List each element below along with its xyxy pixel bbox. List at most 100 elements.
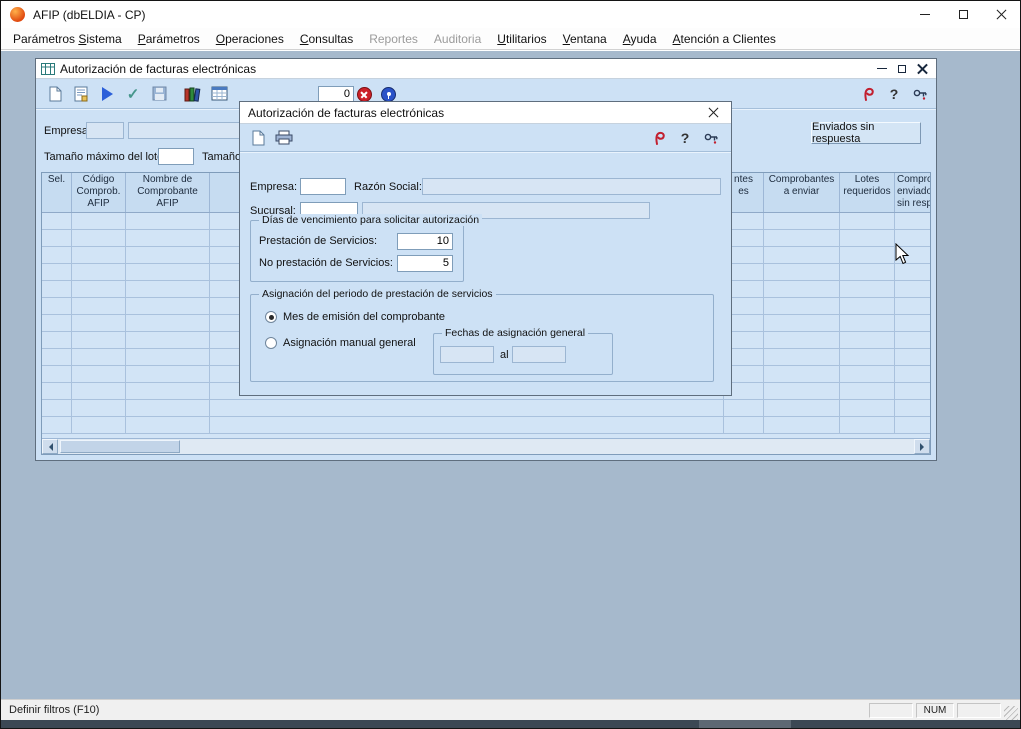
table-cell[interactable] [840, 298, 895, 314]
horizontal-scrollbar[interactable] [42, 438, 930, 454]
menu-item[interactable]: Parámetros Sistema [5, 30, 130, 48]
dialog-help-button[interactable]: ? [673, 126, 697, 150]
table-cell[interactable] [42, 366, 72, 382]
table-cell[interactable] [42, 247, 72, 263]
table-cell[interactable] [42, 298, 72, 314]
table-cell[interactable] [895, 366, 930, 382]
table-cell[interactable] [895, 332, 930, 348]
table-cell[interactable] [840, 315, 895, 331]
table-cell[interactable] [724, 417, 764, 433]
table-cell[interactable] [126, 298, 210, 314]
table-cell[interactable] [895, 400, 930, 416]
menu-item[interactable]: Utilitarios [489, 30, 554, 48]
table-cell[interactable] [764, 417, 840, 433]
save-button[interactable] [147, 82, 171, 106]
dialog-empresa-field[interactable] [300, 178, 346, 195]
table-cell[interactable] [764, 366, 840, 382]
table-row[interactable] [42, 417, 930, 434]
table-cell[interactable] [764, 400, 840, 416]
table-cell[interactable] [126, 332, 210, 348]
table-cell[interactable] [72, 230, 126, 246]
no-prestacion-field[interactable]: 5 [397, 255, 453, 272]
resize-grip[interactable] [1004, 706, 1018, 720]
table-cell[interactable] [42, 264, 72, 280]
dialog-new-button[interactable] [246, 126, 270, 150]
column-header[interactable]: Nombre deComprobanteAFIP [126, 173, 210, 212]
table-cell[interactable] [895, 315, 930, 331]
table-cell[interactable] [126, 281, 210, 297]
table-cell[interactable] [72, 383, 126, 399]
catalog-button[interactable] [181, 82, 205, 106]
dialog-close-button[interactable] [703, 104, 723, 122]
table-cell[interactable] [895, 383, 930, 399]
keys-button[interactable] [908, 82, 932, 106]
table-cell[interactable] [764, 247, 840, 263]
table-cell[interactable] [126, 247, 210, 263]
menu-item[interactable]: Parámetros [130, 30, 208, 48]
table-cell[interactable] [840, 417, 895, 433]
table-cell[interactable] [126, 400, 210, 416]
table-cell[interactable] [210, 417, 724, 433]
table-cell[interactable] [42, 315, 72, 331]
table-cell[interactable] [840, 349, 895, 365]
table-cell[interactable] [764, 213, 840, 229]
maximize-button[interactable] [944, 1, 982, 28]
table-cell[interactable] [724, 400, 764, 416]
table-cell[interactable] [72, 298, 126, 314]
table-cell[interactable] [840, 400, 895, 416]
table-cell[interactable] [764, 281, 840, 297]
menu-item[interactable]: Consultas [292, 30, 361, 48]
grid-button[interactable] [207, 82, 231, 106]
enviados-sin-respuesta-button[interactable]: Enviados sin respuesta [811, 122, 921, 144]
table-cell[interactable] [42, 230, 72, 246]
radio-mes-emision[interactable]: Mes de emisión del comprobante [265, 311, 445, 323]
table-cell[interactable] [42, 383, 72, 399]
menu-item[interactable]: Ventana [555, 30, 615, 48]
table-cell[interactable] [42, 332, 72, 348]
table-cell[interactable] [764, 349, 840, 365]
table-cell[interactable] [126, 264, 210, 280]
table-cell[interactable] [764, 383, 840, 399]
table-row[interactable] [42, 400, 930, 417]
table-cell[interactable] [895, 281, 930, 297]
new-button[interactable] [43, 82, 67, 106]
close-button[interactable] [982, 1, 1020, 28]
table-cell[interactable] [72, 281, 126, 297]
table-cell[interactable] [764, 315, 840, 331]
column-header[interactable]: Comprobantesa enviar [764, 173, 840, 212]
table-cell[interactable] [72, 213, 126, 229]
scroll-right-button[interactable] [914, 439, 930, 454]
help-button[interactable]: ? [882, 82, 906, 106]
table-cell[interactable] [72, 366, 126, 382]
table-cell[interactable] [42, 281, 72, 297]
table-cell[interactable] [126, 349, 210, 365]
table-cell[interactable] [42, 213, 72, 229]
confirm-button[interactable]: ✓ [121, 82, 145, 106]
table-cell[interactable] [895, 349, 930, 365]
menu-item[interactable]: Ayuda [615, 30, 665, 48]
child-close-button[interactable] [913, 61, 931, 76]
table-cell[interactable] [840, 366, 895, 382]
table-cell[interactable] [42, 417, 72, 433]
child-restore-button[interactable] [893, 61, 911, 76]
table-cell[interactable] [72, 349, 126, 365]
table-cell[interactable] [840, 281, 895, 297]
table-cell[interactable] [42, 349, 72, 365]
razon-social-field[interactable] [422, 178, 721, 195]
exit-button[interactable] [856, 82, 880, 106]
table-cell[interactable] [840, 247, 895, 263]
radio-asignacion-manual[interactable]: Asignación manual general [265, 337, 416, 349]
execute-button[interactable] [95, 82, 119, 106]
table-cell[interactable] [72, 332, 126, 348]
table-cell[interactable] [895, 213, 930, 229]
prestacion-field[interactable]: 10 [397, 233, 453, 250]
scrollbar-thumb[interactable] [60, 440, 180, 453]
menu-item[interactable]: Operaciones [208, 30, 292, 48]
column-header[interactable]: CódigoComprob.AFIP [72, 173, 126, 212]
table-cell[interactable] [840, 383, 895, 399]
table-cell[interactable] [895, 298, 930, 314]
table-cell[interactable] [126, 417, 210, 433]
table-cell[interactable] [126, 315, 210, 331]
table-cell[interactable] [840, 264, 895, 280]
child-minimize-button[interactable] [873, 61, 891, 76]
